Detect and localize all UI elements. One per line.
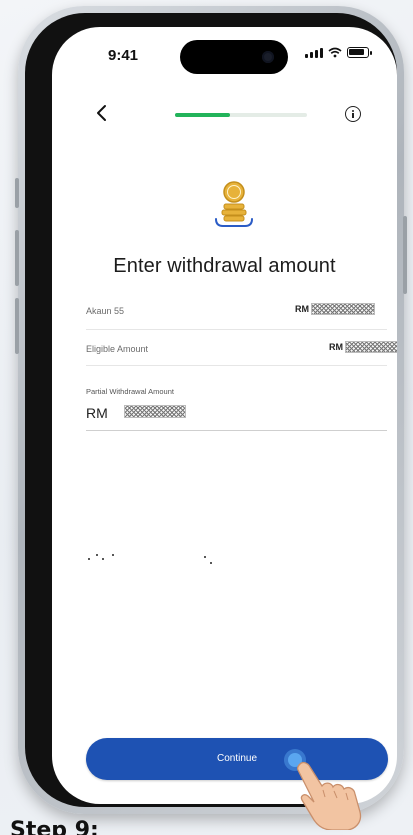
masked-amount [311, 303, 375, 315]
dynamic-island [180, 40, 288, 74]
back-button[interactable] [92, 101, 112, 125]
power-button [403, 216, 407, 294]
account-label: Akaun 55 [86, 306, 125, 316]
volume-up-button [15, 178, 19, 208]
divider [86, 329, 387, 330]
eligible-currency: RM [329, 342, 343, 352]
app-screen: 9:41 Enter withdrawal amount Akaun 55 RM… [52, 27, 397, 804]
volume-down-button [15, 230, 19, 286]
account-value: RM [295, 303, 375, 315]
withdrawal-amount-label: Partial Withdrawal Amount [86, 387, 174, 396]
camera-icon [262, 51, 274, 63]
input-underline [86, 430, 387, 431]
withdrawal-amount-input[interactable]: RM [86, 399, 387, 425]
signal-icon [305, 48, 323, 58]
eligible-label: Eligible Amount [86, 344, 149, 354]
pointing-hand-icon [296, 761, 362, 830]
phone-frame: 9:41 Enter withdrawal amount Akaun 55 RM… [15, 6, 407, 814]
account-balance-row: Akaun 55 RM [86, 303, 375, 321]
volume-down-button-2 [15, 298, 19, 354]
wifi-icon [328, 47, 342, 58]
progress-fill [175, 113, 231, 117]
divider [86, 365, 387, 366]
eligible-amount-row: Eligible Amount RM [86, 341, 397, 359]
currency-prefix: RM [86, 405, 108, 421]
step-caption: Step 9: [10, 818, 99, 835]
status-icons [305, 47, 372, 58]
coin-stack-icon [215, 181, 253, 227]
progress-bar [175, 113, 307, 117]
status-time: 9:41 [108, 47, 139, 64]
faint-text-artifact [80, 552, 220, 566]
account-currency: RM [295, 304, 309, 314]
masked-amount [345, 341, 397, 353]
chevron-left-icon [97, 105, 106, 121]
page-title: Enter withdrawal amount [113, 255, 336, 277]
masked-amount [124, 405, 186, 418]
battery-icon [347, 47, 372, 58]
eligible-value: RM [329, 341, 397, 353]
info-icon[interactable] [345, 106, 361, 122]
